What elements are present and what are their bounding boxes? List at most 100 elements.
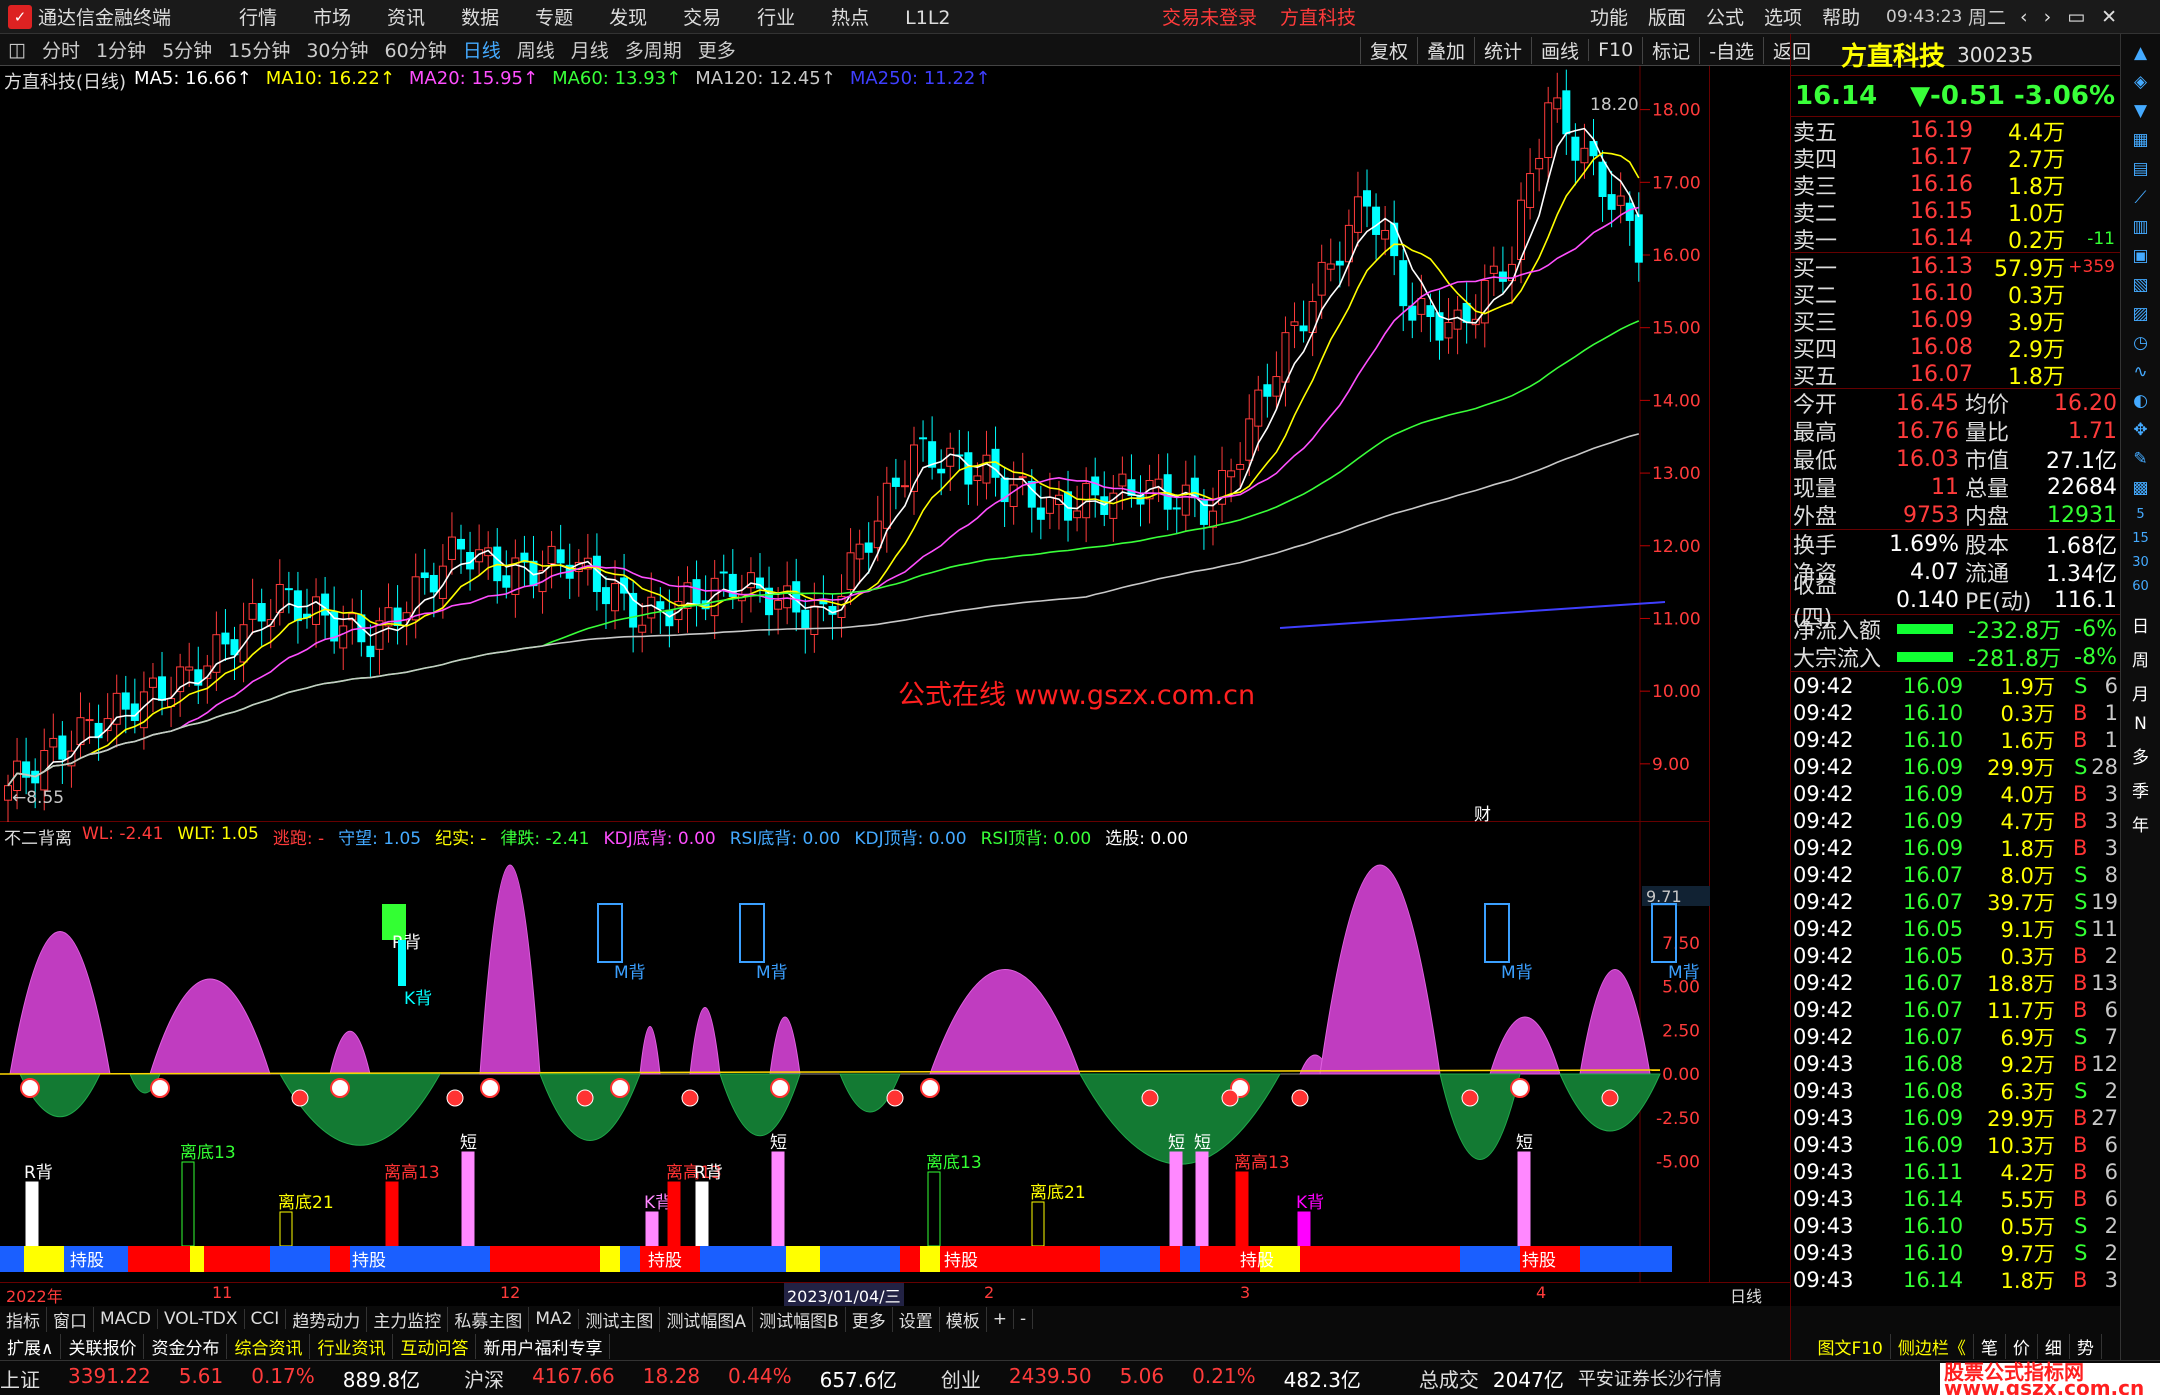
- menu-item-市场[interactable]: 市场: [313, 7, 351, 29]
- index-创业[interactable]: 创业 2439.50 5.06 0.21% 482.3亿: [941, 1364, 1375, 1393]
- indicator-chart[interactable]: 7.50 5.00 2.50 0.00 -2.50 -5.00 9.71 M背 M背 M背 M背 R背…: [0, 822, 1710, 1282]
- tool-button-画线[interactable]: 画线: [1531, 36, 1588, 64]
- tool-button-叠加[interactable]: 叠加: [1417, 36, 1474, 64]
- sidebar-pulse-icon[interactable]: ∿: [2133, 362, 2147, 382]
- period-tab-周线[interactable]: 周线: [509, 36, 563, 63]
- sidebar-ref-icon[interactable]: ◈: [2134, 72, 2147, 92]
- tick-row[interactable]: 09:42 16.09 29.9万 S 28: [1791, 753, 2120, 780]
- tool-button--自选[interactable]: -自选: [1699, 36, 1763, 64]
- tick-row[interactable]: 09:42 16.10 0.3万 B 1: [1791, 699, 2120, 726]
- sidebar-candle-icon[interactable]: ▥: [2132, 217, 2148, 237]
- sidebar-period-月[interactable]: 月: [2132, 680, 2149, 705]
- sidebar-num-icon[interactable]: 30: [2132, 555, 2149, 570]
- tick-row[interactable]: 09:43 16.10 9.7万 S 2: [1791, 1239, 2120, 1266]
- period-tab-更多[interactable]: 更多: [690, 36, 744, 63]
- indicator-tab-设置[interactable]: 设置: [893, 1306, 940, 1332]
- sidebar-pen-icon[interactable]: ✎: [2133, 449, 2147, 469]
- index-上证[interactable]: 上证 3391.22 5.61 0.17% 889.8亿: [0, 1364, 434, 1393]
- indicator-tab-测试主图[interactable]: 测试主图: [579, 1306, 661, 1332]
- tick-row[interactable]: 09:42 16.07 39.7万 S 19: [1791, 888, 2120, 915]
- tick-row[interactable]: 09:43 16.09 10.3万 B 6: [1791, 1131, 2120, 1158]
- tick-row[interactable]: 09:43 16.08 9.2万 B 12: [1791, 1050, 2120, 1077]
- indicator-tab-CCI[interactable]: CCI: [245, 1309, 287, 1329]
- menu-item-帮助[interactable]: 帮助: [1822, 7, 1860, 29]
- menu-item-行情[interactable]: 行情: [239, 7, 277, 29]
- menu-item-行业[interactable]: 行业: [757, 7, 795, 29]
- menu-item-资讯[interactable]: 资讯: [387, 7, 425, 29]
- period-tab-日线[interactable]: 日线: [455, 36, 509, 63]
- tick-row[interactable]: 09:43 16.14 1.8万 B 3: [1791, 1266, 2120, 1293]
- sidebar-rsi-icon[interactable]: ◐: [2133, 391, 2148, 411]
- period-tab-60分钟[interactable]: 60分钟: [377, 36, 455, 63]
- sidebar-period-N[interactable]: N: [2134, 714, 2147, 734]
- menu-item-选项[interactable]: 选项: [1764, 7, 1802, 29]
- period-tab-30分钟[interactable]: 30分钟: [298, 36, 376, 63]
- sidebar-period-季[interactable]: 季: [2132, 777, 2149, 802]
- tick-list[interactable]: 09:42 16.09 1.9万 S 6 09:42 16.10 0.3万 B 1 09:42 16.…: [1791, 672, 2120, 1293]
- tick-row[interactable]: 09:42 16.09 4.0万 B 3: [1791, 780, 2120, 807]
- ext-tab-新用户福利专享[interactable]: 新用户福利专享: [476, 1333, 611, 1359]
- sidebar-period-周[interactable]: 周: [2132, 646, 2149, 671]
- period-tab-15分钟[interactable]: 15分钟: [220, 36, 298, 63]
- indicator-tab-私募主图[interactable]: 私募主图: [448, 1306, 530, 1332]
- sidebar-period-多[interactable]: 多: [2132, 743, 2149, 768]
- indicator-tab-窗口[interactable]: 窗口: [47, 1306, 94, 1332]
- indicator-tab-+[interactable]: +: [987, 1309, 1014, 1329]
- tool-button-统计[interactable]: 统计: [1474, 36, 1531, 64]
- tick-row[interactable]: 09:42 16.07 18.8万 B 13: [1791, 969, 2120, 996]
- tick-row[interactable]: 09:43 16.14 5.5万 B 6: [1791, 1185, 2120, 1212]
- ext-tab-互动问答[interactable]: 互动问答: [393, 1333, 477, 1359]
- sidebar-num-icon[interactable]: 15: [2132, 531, 2149, 546]
- indicator-tab-MA2[interactable]: MA2: [529, 1309, 580, 1329]
- indicator-tab-测试幅图B[interactable]: 测试幅图B: [753, 1306, 846, 1332]
- indicator-tab-趋势动力[interactable]: 趋势动力: [286, 1306, 368, 1332]
- ext-tab-行业资讯[interactable]: 行业资讯: [310, 1333, 394, 1359]
- menu-item-交易[interactable]: 交易: [683, 7, 721, 29]
- sidebar-num-icon[interactable]: 5: [2136, 507, 2144, 522]
- tick-row[interactable]: 09:42 16.05 9.1万 S 11: [1791, 915, 2120, 942]
- tick-row[interactable]: 09:42 16.05 0.3万 B 2: [1791, 942, 2120, 969]
- sidebar-line-icon[interactable]: ⟋: [2135, 188, 2147, 208]
- ext-tab-扩展∧[interactable]: 扩展∧: [0, 1333, 62, 1359]
- window-controls[interactable]: ‹›▭✕: [2020, 6, 2133, 28]
- tool-button-复权[interactable]: 复权: [1360, 36, 1417, 64]
- tick-row[interactable]: 09:42 16.07 6.9万 S 7: [1791, 1023, 2120, 1050]
- tick-row[interactable]: 09:42 16.07 11.7万 B 6: [1791, 996, 2120, 1023]
- sidebar-bag-icon[interactable]: ▩: [2132, 478, 2148, 498]
- sidebar-grid-icon[interactable]: ▦: [2132, 130, 2148, 150]
- indicator-tab-模板[interactable]: 模板: [940, 1306, 987, 1332]
- tick-row[interactable]: 09:43 16.08 6.3万 S 2: [1791, 1077, 2120, 1104]
- tool-button-标记[interactable]: 标记: [1642, 36, 1699, 64]
- menu-item-公式[interactable]: 公式: [1706, 7, 1744, 29]
- menu-item-数据[interactable]: 数据: [461, 7, 499, 29]
- tick-row[interactable]: 09:43 16.09 29.9万 B 27: [1791, 1104, 2120, 1131]
- indicator-tab-测试幅图A[interactable]: 测试幅图A: [660, 1306, 754, 1332]
- sidebar-num-icon[interactable]: 60: [2132, 579, 2149, 594]
- menu-item-版面[interactable]: 版面: [1648, 7, 1686, 29]
- sidebar-box-icon[interactable]: ▨: [2132, 304, 2148, 324]
- sidebar-move-icon[interactable]: ✥: [2133, 420, 2147, 440]
- sidebar-down-icon[interactable]: ▼: [2134, 101, 2147, 121]
- indicator-tab-更多[interactable]: 更多: [846, 1306, 893, 1332]
- ext-tab-关联报价[interactable]: 关联报价: [61, 1333, 145, 1359]
- main-chart[interactable]: 18.00 17.00 16.00 15.00 14.00 13.00 12.00 11.00…: [0, 66, 1710, 826]
- sidebar-book-icon[interactable]: ▧: [2132, 275, 2148, 295]
- period-tab-月线[interactable]: 月线: [563, 36, 617, 63]
- tool-button-F10[interactable]: F10: [1588, 39, 1642, 61]
- sidebar-period-日[interactable]: 日: [2132, 612, 2149, 637]
- tick-row[interactable]: 09:42 16.07 8.0万 S 8: [1791, 861, 2120, 888]
- period-tab-1分钟[interactable]: 1分钟: [88, 36, 154, 63]
- period-tab-分时[interactable]: 分时: [34, 36, 88, 63]
- indicator-tab--[interactable]: -: [1014, 1309, 1034, 1329]
- sidebar-f10-icon[interactable]: ▣: [2132, 246, 2148, 266]
- sidebar-clock-icon[interactable]: ◷: [2133, 333, 2148, 353]
- menu-item-专题[interactable]: 专题: [535, 7, 573, 29]
- sidebar-period-年[interactable]: 年: [2132, 811, 2149, 836]
- tick-row[interactable]: 09:42 16.09 1.9万 S 6: [1791, 672, 2120, 699]
- tick-row[interactable]: 09:43 16.10 0.5万 S 2: [1791, 1212, 2120, 1239]
- indicator-tab-MACD[interactable]: MACD: [94, 1309, 158, 1329]
- login-status[interactable]: 交易未登录: [1162, 3, 1257, 30]
- tick-row[interactable]: 09:42 16.09 1.8万 B 3: [1791, 834, 2120, 861]
- tick-row[interactable]: 09:43 16.11 4.2万 B 6: [1791, 1158, 2120, 1185]
- menu-item-L1L2[interactable]: L1L2: [905, 7, 950, 29]
